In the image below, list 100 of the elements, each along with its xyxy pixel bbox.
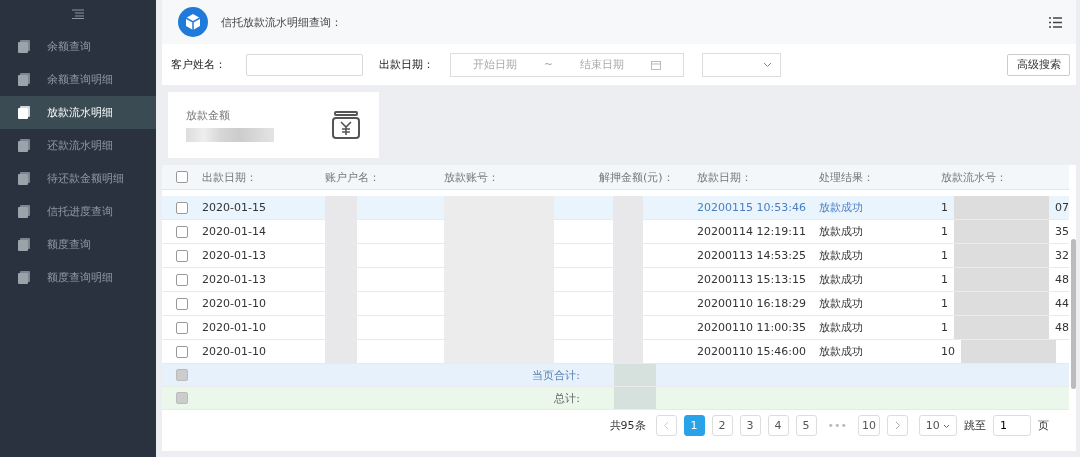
chevron-down-icon [943, 424, 951, 429]
checkbox[interactable] [176, 321, 188, 334]
table-cell-text: 放款成功 [819, 200, 864, 215]
summary-label: 放款金额 [186, 108, 231, 123]
sidebar-item[interactable]: 余额查询明细 [0, 63, 156, 96]
page-button[interactable]: 10 [858, 415, 880, 436]
table-cell-text: 2020-01-14 [202, 225, 267, 238]
page-total-label: 当页合计: [531, 367, 580, 383]
page-title: 信托放款流水明细查询： [221, 14, 342, 30]
document-icon [18, 73, 30, 86]
table-cell-text: 放款成功 [819, 248, 864, 263]
document-icon [18, 139, 30, 152]
checkbox[interactable] [176, 345, 188, 358]
table-cell: 35 [1055, 225, 1069, 238]
document-icon [18, 205, 30, 218]
table-cell-text: 2020-01-10 [202, 345, 267, 358]
redacted-cell [614, 387, 656, 409]
checkbox[interactable] [176, 297, 188, 310]
table-cell-text: 20200115 10:53:46 [696, 201, 807, 214]
table-cell: 32 [1055, 249, 1069, 262]
table-cell: 1 [941, 249, 948, 262]
table-cell-text: 20200113 15:13:15 [696, 273, 807, 286]
page-button[interactable]: 4 [767, 415, 789, 436]
table-cell-text: 2020-01-10 [202, 297, 267, 310]
table-cell: 1 [941, 225, 948, 238]
ellipsis: ••• [827, 419, 847, 432]
table-row[interactable]: 2020-01-10 20200110 11:00:35 放款成功 1 48 [162, 316, 1069, 340]
column-header: 放款流水号： [941, 169, 1008, 185]
advanced-search-button[interactable]: 高级搜索 [1007, 53, 1070, 76]
name-field[interactable] [246, 53, 363, 76]
page-button[interactable]: 2 [711, 415, 733, 436]
money-jar-icon [331, 111, 361, 139]
column-header: 放款账号： [444, 169, 500, 186]
page-button[interactable]: 5 [795, 415, 817, 436]
table-cell-text: 2020-01-13 [202, 273, 267, 286]
redacted-cell [614, 364, 656, 386]
total-count: 共95条 [609, 418, 646, 433]
table-cell-text: 20200114 12:19:11 [696, 225, 807, 238]
menu-icon[interactable] [72, 9, 84, 19]
sidebar-item[interactable]: 额度查询明细 [0, 261, 156, 294]
document-icon [18, 172, 30, 185]
checkbox[interactable] [176, 249, 188, 262]
table-cell-text: 放款成功 [819, 272, 864, 287]
table-cell-text: 2020-01-10 [202, 321, 267, 334]
chevron-left-icon [663, 421, 670, 430]
sidebar-item[interactable]: 信托进度查询 [0, 195, 156, 228]
column-header: 放款日期： [696, 169, 753, 185]
table-cell-text: 放款成功 [819, 224, 864, 239]
table-cell: 1 [941, 321, 948, 334]
table-cell-text: 20200113 14:53:25 [696, 249, 807, 262]
page-unit: 页 [1038, 418, 1049, 433]
table-row[interactable]: 2020-01-14 20200114 12:19:11 放款成功 1 35 [162, 220, 1069, 244]
cube-icon [178, 7, 208, 37]
table-cell: 44 [1055, 297, 1069, 310]
sidebar-item[interactable]: 还款流水明细 [0, 129, 156, 162]
document-icon [18, 106, 30, 119]
checkbox[interactable] [176, 225, 188, 238]
table-cell-text: 放款成功 [819, 344, 864, 359]
field-label: 客户姓名： [171, 57, 226, 72]
column-header: 账户户名： [325, 169, 381, 186]
chevron-down-icon [763, 61, 772, 68]
document-icon [18, 238, 30, 251]
table-row[interactable]: 2020-01-13 20200113 15:13:15 放款成功 1 48 [162, 268, 1069, 292]
column-header: 处理结果： [819, 169, 875, 185]
sidebar-item[interactable]: 待还款金额明细 [0, 162, 156, 195]
table-cell-text: 20200110 15:46:00 [696, 345, 807, 358]
column-header: 解押金额(元)： [599, 169, 675, 186]
sidebar-item[interactable]: 余额查询 [0, 30, 156, 63]
checkbox[interactable] [176, 273, 188, 286]
field-label: 出款日期： [379, 57, 434, 72]
table-cell: 10 [941, 345, 955, 358]
table-row[interactable]: 2020-01-10 20200110 16:18:29 放款成功 1 44 [162, 292, 1069, 316]
table-cell: 48 [1055, 273, 1069, 286]
table-row[interactable]: 2020-01-15 20200115 10:53:46 放款成功 1 07 [162, 196, 1069, 220]
table-cell-text: 20200110 11:00:35 [696, 321, 807, 334]
table-cell-text: 2020-01-15 [202, 201, 267, 214]
table-cell-text: 20200110 16:18:29 [696, 297, 807, 310]
table-cell: 1 [941, 273, 948, 286]
table-cell: 1 [941, 201, 948, 214]
checkbox[interactable] [176, 171, 188, 183]
table-cell: 48 [1055, 321, 1069, 334]
table-cell: 07 [1055, 201, 1069, 214]
scrollbar[interactable] [1071, 239, 1076, 389]
calendar-icon [651, 59, 662, 70]
document-icon [18, 271, 30, 284]
chevron-right-icon [894, 421, 901, 430]
grand-total-label: 总计: [553, 390, 580, 406]
jump-field[interactable]: 1 [993, 415, 1031, 436]
sidebar-item[interactable]: 额度查询 [0, 228, 156, 261]
page-size-select[interactable]: 10 [919, 415, 957, 436]
table-row[interactable]: 2020-01-13 20200113 14:53:25 放款成功 1 32 [162, 244, 1069, 268]
table-cell-text: 放款成功 [819, 320, 864, 335]
table-cell: 1 [941, 297, 948, 310]
list-icon[interactable] [1049, 16, 1062, 28]
table-cell-text: 放款成功 [819, 296, 864, 311]
checkbox[interactable] [176, 201, 188, 214]
table-cell-text: 2020-01-13 [202, 249, 267, 262]
sidebar-item[interactable]: 放款流水明细 [0, 96, 156, 129]
column-header: 出款日期： [202, 169, 258, 185]
page-button[interactable]: 3 [739, 415, 761, 436]
